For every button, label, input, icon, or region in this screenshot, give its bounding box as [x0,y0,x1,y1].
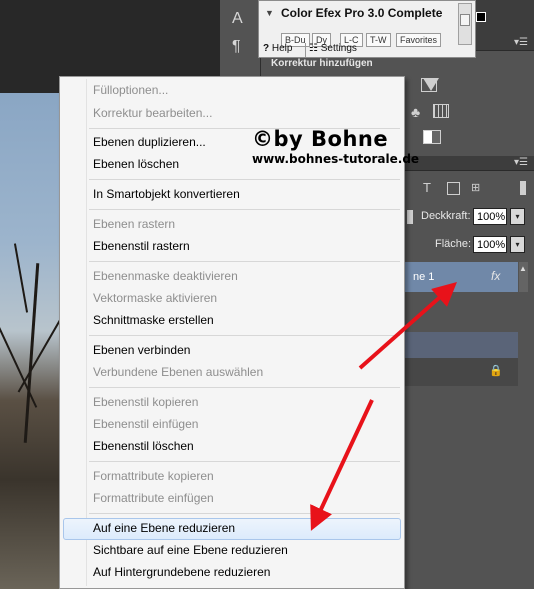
arrow-to-merge-item [310,399,374,531]
arrow-to-layer [358,282,457,370]
annotation-arrows [310,282,457,531]
